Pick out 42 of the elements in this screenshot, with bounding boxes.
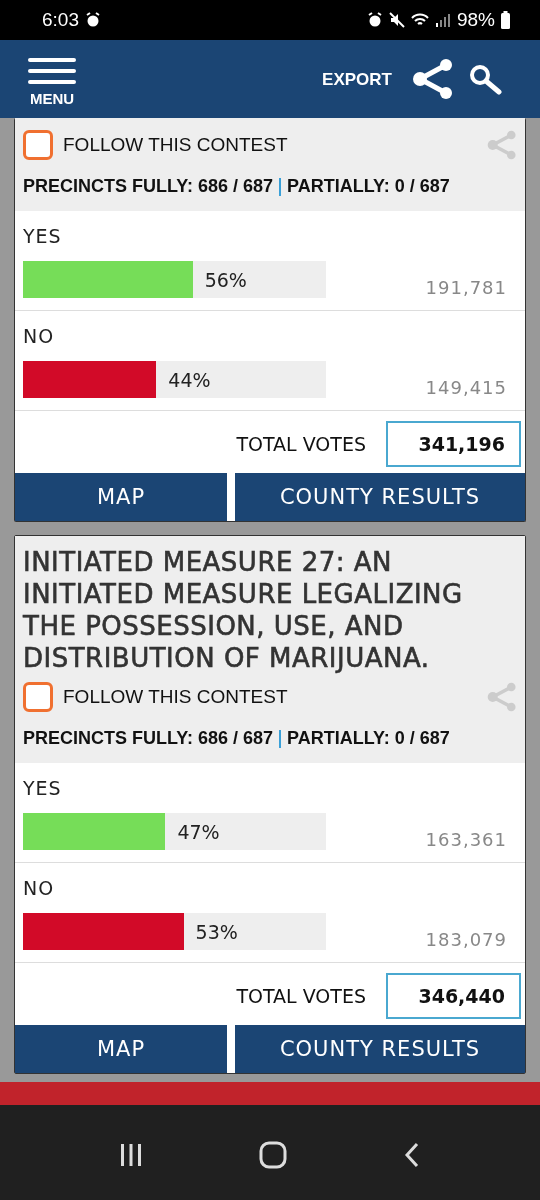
mute-icon	[388, 12, 405, 28]
total-votes-value: 346,440	[386, 973, 521, 1019]
results-button[interactable]: MAP	[15, 1025, 227, 1073]
battery-percent: 98%	[456, 9, 495, 31]
signal-icon	[434, 12, 451, 28]
vote-count: 149,415	[424, 377, 508, 398]
option-name: YES	[23, 225, 63, 247]
export-button[interactable]: EXPORT	[316, 69, 398, 91]
vote-count: 191,781	[424, 277, 508, 298]
vote-percent: 47%	[176, 820, 220, 843]
follow-label[interactable]: FOLLOW THIS CONTEST	[63, 134, 288, 156]
battery-icon	[501, 11, 510, 29]
option-name: YES	[23, 777, 63, 799]
vote-count: 163,361	[424, 829, 508, 850]
precincts-fully: PRECINCTS FULLY: 686 / 687	[23, 728, 274, 749]
clock-time: 6:03	[42, 9, 79, 31]
precincts-partially: PARTIALLY: 0 / 687	[287, 728, 450, 749]
precincts-partially: PARTIALLY: 0 / 687	[287, 176, 450, 197]
home-icon[interactable]	[259, 1141, 287, 1169]
vote-percent: 53%	[194, 920, 238, 943]
results-button[interactable]: MAP	[15, 473, 227, 521]
alarm-icon	[366, 12, 383, 28]
results-button[interactable]: COUNTY RESULTS	[235, 1025, 525, 1073]
option-name: NO	[23, 325, 56, 347]
share-icon[interactable]	[412, 59, 454, 99]
option-name: NO	[23, 877, 56, 899]
vote-percent: 56%	[203, 268, 247, 291]
wifi-icon	[410, 12, 429, 28]
precincts-fully: PRECINCTS FULLY: 686 / 687	[23, 176, 274, 197]
vote-percent: 44%	[167, 368, 211, 391]
follow-checkbox[interactable]	[23, 682, 53, 712]
vote-count: 183,079	[424, 929, 508, 950]
total-votes-label: TOTAL VOTES	[236, 433, 366, 455]
total-votes-value: 341,196	[386, 421, 521, 467]
alarm-icon	[85, 12, 101, 28]
results-button[interactable]: COUNTY RESULTS	[235, 473, 525, 521]
search-icon[interactable]	[468, 63, 502, 95]
total-votes-label: TOTAL VOTES	[236, 985, 366, 1007]
menu-button[interactable]: MENU	[28, 51, 76, 107]
contest-title: INITIATED MEASURE 27: AN INITIATED MEASURE LEGALIZING THE POSSESSION, USE, AND DISTRIBUTION OF MARIJUANA.	[23, 546, 464, 674]
follow-label[interactable]: FOLLOW THIS CONTEST	[63, 686, 288, 708]
follow-checkbox[interactable]	[23, 130, 53, 160]
